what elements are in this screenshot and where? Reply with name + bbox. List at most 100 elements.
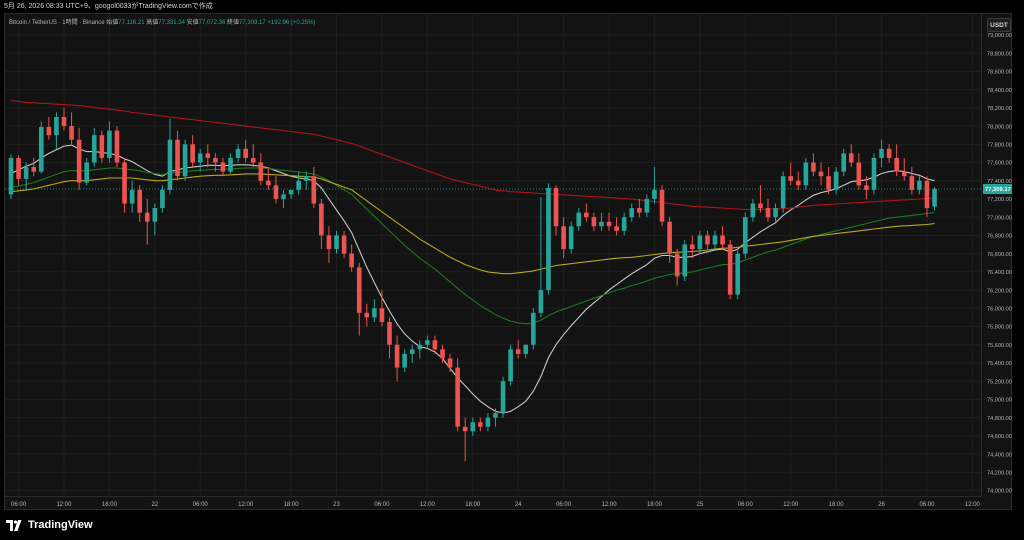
time-tick-label: 06:00 xyxy=(193,502,209,508)
candle-body xyxy=(690,244,695,250)
time-axis[interactable]: 06:00 12:00 18:00 22 06:00 12:00 18:00 23 06:00 1… xyxy=(5,496,981,509)
legend-close-label: 終値 xyxy=(227,20,240,26)
candle-body xyxy=(758,203,763,209)
candle-body xyxy=(515,349,521,354)
candle-body xyxy=(84,162,89,183)
tradingview-logo-icon xyxy=(6,519,22,531)
candle-body xyxy=(243,148,248,158)
price-tick-label: 78,200.00 xyxy=(987,106,1012,112)
candle-body xyxy=(917,180,922,190)
candle-body xyxy=(470,422,476,432)
legend-open-label: 始値 xyxy=(106,20,119,26)
candle-body xyxy=(387,321,392,345)
candle-body xyxy=(826,176,831,190)
price-tick-label: 75,200.00 xyxy=(987,379,1012,385)
candle-body xyxy=(508,349,513,382)
candle-body xyxy=(319,203,324,236)
candle-body xyxy=(546,188,551,291)
chart-header: 5月 26, 2026 08:33 UTC+9、googol0033がTradi… xyxy=(0,0,1024,13)
candle-body xyxy=(175,139,180,177)
candle-body xyxy=(76,139,82,183)
candle-body xyxy=(818,171,824,177)
candle-body xyxy=(697,235,703,250)
candle-body xyxy=(682,244,688,277)
legend-close-value: 77,309.17 xyxy=(239,20,266,26)
price-tick-label: 76,600.00 xyxy=(987,252,1012,258)
footer-bar: TradingView xyxy=(0,510,1024,540)
candle-body xyxy=(773,208,778,218)
price-axis[interactable]: 74,000.00 74,200.00 74,400.00 74,600.00 74,8… xyxy=(981,14,1012,496)
candle-body xyxy=(742,217,748,254)
chart-frame[interactable]: Bitcoin / TetherUS · 1時間 · Binance 始値77,… xyxy=(4,13,1012,510)
price-tick-label: 79,000.00 xyxy=(987,33,1012,39)
candle-body xyxy=(553,188,559,227)
price-pane[interactable]: Bitcoin / TetherUS · 1時間 · Binance 始値77,… xyxy=(5,14,981,496)
candle-body xyxy=(91,135,97,163)
time-axis-svg[interactable]: 06:00 12:00 18:00 22 06:00 12:00 18:00 23 06:00 1… xyxy=(5,497,981,510)
candle-body xyxy=(765,208,771,218)
candle-body xyxy=(674,253,680,277)
candle-body xyxy=(167,139,173,190)
candle-body xyxy=(46,126,52,136)
symbol-legend[interactable]: Bitcoin / TetherUS · 1時間 · Binance 始値77,… xyxy=(9,17,315,26)
candle-body xyxy=(250,157,256,163)
candle-body xyxy=(856,162,862,186)
grid-layer xyxy=(5,14,981,496)
time-tick-label: 06:00 xyxy=(738,502,754,508)
candle-body xyxy=(841,153,846,172)
candle-body xyxy=(848,153,854,163)
candle-body xyxy=(462,426,468,432)
price-tick-label: 74,200.00 xyxy=(987,471,1012,477)
currency-badge[interactable]: USDT xyxy=(987,18,1011,32)
legend-low-value: 77,072.36 xyxy=(198,20,226,26)
candle-body xyxy=(780,176,786,209)
candle-body xyxy=(114,130,120,163)
price-tick-label: 74,000.00 xyxy=(987,489,1012,495)
header-text: 5月 26, 2026 08:33 UTC+9、googol0033がTradi… xyxy=(4,3,213,10)
candle-body xyxy=(531,312,536,345)
candle-body xyxy=(485,417,491,427)
brand[interactable]: TradingView xyxy=(6,519,93,531)
candle-body xyxy=(705,235,710,245)
candle-body xyxy=(493,413,498,418)
candle-body xyxy=(659,189,665,222)
price-axis-svg[interactable]: 74,000.00 74,200.00 74,400.00 74,600.00 74,8… xyxy=(982,14,1012,496)
candle-body xyxy=(258,162,264,181)
candle-body xyxy=(440,349,445,359)
price-tick-label: 77,200.00 xyxy=(987,197,1012,203)
candle-body xyxy=(129,189,135,204)
candle-body xyxy=(379,308,385,322)
price-pane-svg[interactable] xyxy=(5,14,981,496)
price-tick-label: 75,600.00 xyxy=(987,343,1012,349)
candle-body xyxy=(417,344,423,350)
candle-body xyxy=(667,221,672,254)
candle-body xyxy=(303,176,309,181)
time-tick-label: 06:00 xyxy=(556,502,572,508)
candle-body xyxy=(591,217,597,227)
candle-body xyxy=(372,308,377,318)
candle-body xyxy=(599,221,604,227)
candle-body xyxy=(561,226,566,250)
candle-body xyxy=(538,290,544,313)
legend-open-value: 77,116.21 xyxy=(118,20,145,26)
price-tick-label: 78,400.00 xyxy=(987,88,1012,94)
candle-body xyxy=(886,148,892,158)
time-tick-label: 06:00 xyxy=(11,502,27,508)
candle-body xyxy=(447,358,453,368)
candle-body xyxy=(182,144,188,177)
time-tick-label: 06:00 xyxy=(374,502,390,508)
time-tick-label: 25 xyxy=(697,502,704,508)
price-tick-label: 78,600.00 xyxy=(987,70,1012,76)
candle-body xyxy=(197,153,203,163)
candle-body xyxy=(341,235,347,254)
time-tick-label: 23 xyxy=(333,502,340,508)
price-tick-label: 77,000.00 xyxy=(987,215,1012,221)
candle-body xyxy=(432,340,438,350)
time-tick-label: 06:00 xyxy=(919,502,935,508)
candle-body xyxy=(576,212,582,227)
time-tick-label: 18:00 xyxy=(465,502,481,508)
candle-body xyxy=(500,381,506,414)
price-tick-label: 75,800.00 xyxy=(987,325,1012,331)
price-tick-label: 74,600.00 xyxy=(987,434,1012,440)
candle-body xyxy=(735,253,741,295)
